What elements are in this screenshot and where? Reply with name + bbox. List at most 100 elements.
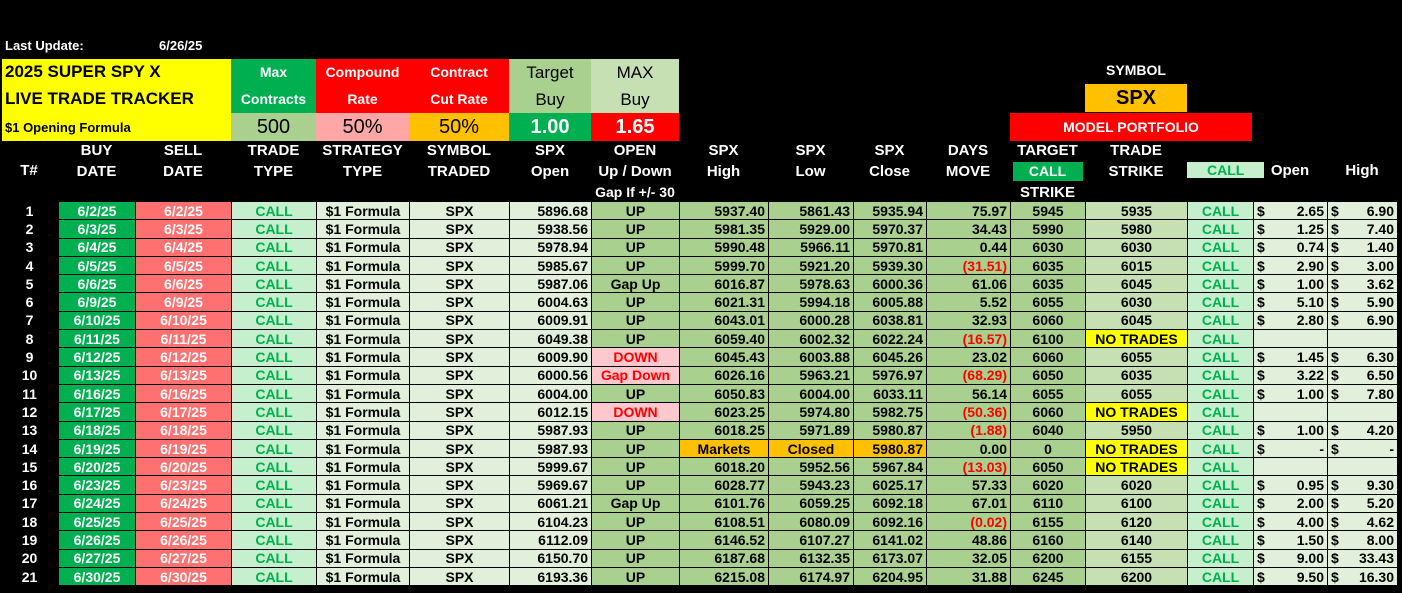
strategy-cell: $1 Formula bbox=[316, 475, 410, 495]
trade-type-cell: CALL bbox=[231, 292, 317, 312]
currency-symbol: $ bbox=[1331, 239, 1339, 256]
open-direction-cell: UP bbox=[591, 438, 680, 459]
strategy-cell: $1 Formula bbox=[316, 310, 410, 331]
max-buy-label-1: MAX bbox=[616, 63, 654, 82]
option-high-cell: $ - bbox=[1327, 438, 1398, 459]
target-strike-cell: 6055 bbox=[1010, 383, 1086, 404]
open-direction-cell: DOWN bbox=[591, 347, 680, 367]
spx-high-cell: 6050.83 bbox=[679, 383, 769, 404]
buy-date-cell: 6/6/25 bbox=[58, 274, 136, 294]
trade-type-cell: CALL bbox=[231, 255, 317, 276]
compound-rate-label-1: Compound bbox=[325, 64, 400, 80]
title-line-1: 2025 SUPER SPY X bbox=[5, 62, 161, 81]
col-header-sell-date: SELL DATE bbox=[163, 142, 203, 180]
option-open-cell: $3.22 bbox=[1253, 365, 1328, 385]
spx-open-cell: 6104.23 bbox=[509, 512, 592, 532]
spx-high-cell: 6045.43 bbox=[679, 347, 769, 367]
sell-date-cell: 6/12/25 bbox=[135, 347, 232, 367]
option-price: 4.20 bbox=[1366, 422, 1394, 439]
trade-strike-cell: 5980 bbox=[1085, 219, 1188, 239]
trade-strike-cell: 6015 bbox=[1085, 255, 1188, 276]
buy-date-cell: 6/5/25 bbox=[58, 255, 136, 276]
days-move-cell: 56.14 bbox=[926, 383, 1011, 404]
trade-number: 11 bbox=[0, 383, 59, 404]
call-cell: CALL bbox=[1187, 402, 1254, 422]
strategy-cell: $1 Formula bbox=[316, 457, 410, 477]
option-high-cell: $4.20 bbox=[1327, 420, 1398, 440]
option-open-cell bbox=[1253, 402, 1328, 422]
option-price: 2.80 bbox=[1296, 312, 1324, 329]
trade-strike-cell: NO TRADES bbox=[1085, 402, 1188, 422]
currency-symbol: $ bbox=[1257, 220, 1265, 237]
spx-high-cell: Markets bbox=[679, 438, 769, 459]
buy-date-cell: 6/10/25 bbox=[58, 310, 136, 331]
spx-close-cell: 5939.30 bbox=[853, 255, 927, 276]
spx-low-cell: 6004.00 bbox=[768, 383, 854, 404]
spx-low-cell: 6174.97 bbox=[768, 566, 854, 587]
target-strike-cell: 5990 bbox=[1010, 219, 1086, 239]
spx-high-cell: 6187.68 bbox=[679, 548, 769, 568]
currency-symbol: $ bbox=[1257, 568, 1265, 585]
option-open-cell: $5.10 bbox=[1253, 292, 1328, 312]
sell-date-cell: 6/5/25 bbox=[135, 255, 232, 276]
currency-symbol: $ bbox=[1331, 477, 1339, 494]
table-row: 5 6/6/25 6/6/25 CALL $1 Formula SPX 5987.06 Gap… bbox=[0, 274, 1398, 294]
table-row: 8 6/11/25 6/11/25 CALL $1 Formula SPX 6049.38 U… bbox=[0, 329, 1398, 349]
table-row: 18 6/25/25 6/25/25 CALL $1 Formula SPX 6104.23… bbox=[0, 512, 1398, 532]
trade-strike-cell: 6120 bbox=[1085, 512, 1188, 532]
sell-date-cell: 6/10/25 bbox=[135, 310, 232, 331]
days-move-cell: 0.00 bbox=[926, 438, 1011, 459]
spx-low-cell: 6000.28 bbox=[768, 310, 854, 331]
max-buy-value: 1.65 bbox=[591, 113, 679, 141]
trade-strike-cell: 6020 bbox=[1085, 475, 1188, 495]
symbol-cell: SPX bbox=[409, 438, 510, 459]
table-row: 13 6/18/25 6/18/25 CALL $1 Formula SPX 5987.93… bbox=[0, 420, 1398, 440]
option-high-cell: $7.40 bbox=[1327, 219, 1398, 239]
strategy-cell: $1 Formula bbox=[316, 438, 410, 459]
option-high-cell: $33.43 bbox=[1327, 548, 1398, 568]
sell-date-cell: 6/3/25 bbox=[135, 219, 232, 239]
compound-rate-label-2: Rate bbox=[347, 91, 378, 107]
trade-type-cell: CALL bbox=[231, 329, 317, 349]
spx-low-cell: 5861.43 bbox=[768, 200, 854, 221]
trade-number: 3 bbox=[0, 237, 59, 257]
spx-open-cell: 5978.94 bbox=[509, 237, 592, 257]
strategy-cell: $1 Formula bbox=[316, 566, 410, 587]
option-price: - bbox=[1319, 440, 1324, 457]
tracker-title-box: 2025 SUPER SPY X LIVE TRADE TRACKER $1 O… bbox=[2, 59, 231, 141]
spx-high-cell: 6215.08 bbox=[679, 566, 769, 587]
currency-symbol: $ bbox=[1331, 294, 1339, 311]
days-move-cell: 5.52 bbox=[926, 292, 1011, 312]
days-move-cell: 34.43 bbox=[926, 219, 1011, 239]
option-price: - bbox=[1389, 440, 1394, 457]
target-strike-cell: 6050 bbox=[1010, 365, 1086, 385]
days-move-cell: (16.57) bbox=[926, 329, 1011, 349]
table-row: 7 6/10/25 6/10/25 CALL $1 Formula SPX 6009.91 U… bbox=[0, 310, 1398, 331]
sell-date-cell: 6/9/25 bbox=[135, 292, 232, 312]
spx-close-cell: 5976.97 bbox=[853, 365, 927, 385]
trade-strike-cell: NO TRADES bbox=[1085, 457, 1188, 477]
max-buy-header: MAX Buy bbox=[591, 59, 679, 113]
call-cell: CALL bbox=[1187, 457, 1254, 477]
buy-date-cell: 6/18/25 bbox=[58, 420, 136, 440]
spx-low-cell: 6107.27 bbox=[768, 530, 854, 550]
spx-low-cell: 6059.25 bbox=[768, 493, 854, 514]
spx-high-cell: 6026.16 bbox=[679, 365, 769, 385]
strategy-cell: $1 Formula bbox=[316, 365, 410, 385]
spx-close-cell: 5970.37 bbox=[853, 219, 927, 239]
currency-symbol: $ bbox=[1331, 550, 1339, 567]
trade-strike-cell: 6055 bbox=[1085, 347, 1188, 367]
buy-date-cell: 6/24/25 bbox=[58, 493, 136, 514]
option-price: 1.25 bbox=[1296, 220, 1324, 237]
spx-high-cell: 5990.48 bbox=[679, 237, 769, 257]
days-move-cell: 23.02 bbox=[926, 347, 1011, 367]
currency-symbol: $ bbox=[1257, 294, 1265, 311]
option-price: 6.50 bbox=[1366, 367, 1394, 384]
spx-high-cell: 6059.40 bbox=[679, 329, 769, 349]
sell-date-cell: 6/16/25 bbox=[135, 383, 232, 404]
currency-symbol: $ bbox=[1257, 513, 1265, 530]
option-high-cell: $3.00 bbox=[1327, 255, 1398, 276]
days-move-cell: 57.33 bbox=[926, 475, 1011, 495]
col-header-spx-low: SPX Low bbox=[795, 142, 826, 180]
trade-number: 8 bbox=[0, 329, 59, 349]
